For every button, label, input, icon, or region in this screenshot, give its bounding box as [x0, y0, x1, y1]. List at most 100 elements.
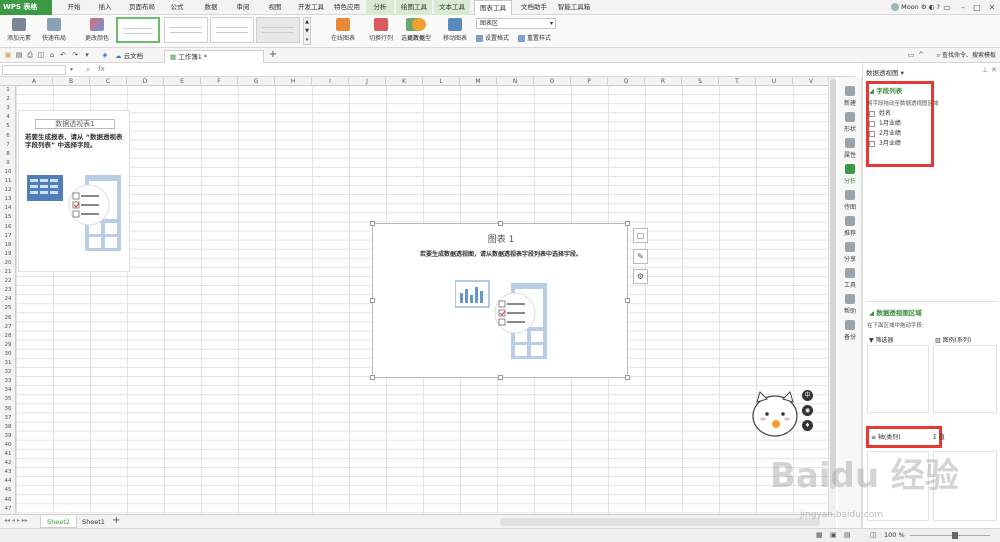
minimize-icon[interactable]: –: [956, 0, 970, 15]
column-header[interactable]: C: [90, 77, 127, 86]
sheet-tab-sheet2[interactable]: Sheet2: [40, 516, 77, 528]
row-header[interactable]: 6: [0, 132, 16, 141]
tab-workbook[interactable]: ▦ 工作簿1 *: [164, 50, 264, 63]
resize-handle-se[interactable]: [625, 375, 630, 380]
pin-icon[interactable]: ⊥: [982, 66, 988, 74]
row-header[interactable]: 14: [0, 204, 16, 213]
sidebar-new[interactable]: 新建: [838, 83, 862, 109]
row-header[interactable]: 8: [0, 150, 16, 159]
chart-style-4[interactable]: [256, 17, 300, 43]
row-header[interactable]: 38: [0, 423, 16, 432]
reset-style-button[interactable]: 重置样式: [518, 33, 551, 44]
row-header[interactable]: 29: [0, 341, 16, 350]
change-type-button[interactable]: 更改类型: [404, 17, 434, 45]
row-header[interactable]: 42: [0, 459, 16, 468]
column-header[interactable]: G: [238, 77, 275, 86]
redo-icon[interactable]: ↷: [70, 50, 80, 60]
sidebar-tools[interactable]: 工具: [838, 265, 862, 291]
zoom-slider-thumb[interactable]: [952, 532, 958, 539]
column-header[interactable]: D: [127, 77, 164, 86]
view-page-icon[interactable]: ▣: [830, 531, 837, 539]
row-header[interactable]: 3: [0, 104, 16, 113]
checkbox[interactable]: [869, 130, 875, 137]
row-header[interactable]: 31: [0, 359, 16, 368]
checkbox[interactable]: [869, 120, 875, 127]
row-header[interactable]: 28: [0, 332, 16, 341]
column-header[interactable]: J: [349, 77, 386, 86]
move-chart-button[interactable]: 移动图表: [440, 17, 470, 45]
row-header[interactable]: 20: [0, 259, 16, 268]
row-header[interactable]: 32: [0, 368, 16, 377]
sidebar-shape[interactable]: 形状: [838, 109, 862, 135]
vertical-scroll-thumb[interactable]: [830, 79, 836, 489]
collapse-ribbon-icon[interactable]: ^: [916, 50, 926, 60]
menu-features[interactable]: 特色应用: [330, 0, 364, 15]
menu-text-tools[interactable]: 文本工具: [434, 0, 470, 15]
row-header[interactable]: 37: [0, 414, 16, 423]
mascot-menu-cn-icon[interactable]: 中: [802, 390, 813, 401]
sidebar-backup[interactable]: 备份: [838, 317, 862, 343]
name-box-dropdown-icon[interactable]: ▾: [70, 65, 73, 75]
row-header[interactable]: 23: [0, 286, 16, 295]
row-header[interactable]: 12: [0, 186, 16, 195]
row-header[interactable]: 36: [0, 405, 16, 414]
row-header[interactable]: 1: [0, 86, 16, 95]
column-header[interactable]: H: [275, 77, 312, 86]
menu-developer[interactable]: 开发工具: [294, 0, 328, 15]
column-header[interactable]: A: [16, 77, 53, 86]
row-header[interactable]: 43: [0, 468, 16, 477]
menu-smart-toolbox[interactable]: 智能工具箱: [554, 0, 594, 15]
zone-filter[interactable]: [867, 345, 929, 413]
resize-handle-s[interactable]: [498, 375, 503, 380]
menu-start[interactable]: 开始: [60, 0, 88, 15]
row-header[interactable]: 2: [0, 95, 16, 104]
row-header[interactable]: 5: [0, 122, 16, 131]
row-header[interactable]: 40: [0, 441, 16, 450]
new-tab-icon[interactable]: +: [268, 50, 278, 60]
column-header[interactable]: U: [756, 77, 793, 86]
fx-icon[interactable]: fx: [98, 64, 105, 75]
chart-style-3[interactable]: [210, 17, 254, 43]
user-account[interactable]: Moon ⚙ ◐ ?: [891, 1, 940, 14]
row-header[interactable]: 4: [0, 113, 16, 122]
tab-cloud-docs[interactable]: ☁ 云文档: [110, 50, 148, 63]
app-menu-button[interactable]: WPS 表格: [0, 0, 52, 15]
menu-formula[interactable]: 公式: [164, 0, 190, 15]
checkbox[interactable]: [869, 110, 875, 117]
row-header[interactable]: 21: [0, 268, 16, 277]
column-header[interactable]: F: [201, 77, 238, 86]
home-icon[interactable]: ◈: [100, 50, 110, 60]
skin-icon[interactable]: ◐: [929, 3, 935, 11]
checkbox[interactable]: [869, 140, 875, 147]
pivot-table-placeholder[interactable]: 数据透视表1 若要生成报表，请从 “数据透视表字段列表” 中选择字段。: [18, 110, 130, 272]
column-header[interactable]: N: [497, 77, 534, 86]
field-item[interactable]: 2月业绩: [869, 129, 993, 139]
chart-elements-icon[interactable]: ▢: [633, 228, 648, 243]
horizontal-scrollbar[interactable]: [500, 518, 820, 526]
menu-insert[interactable]: 插入: [92, 0, 118, 15]
row-header[interactable]: 7: [0, 141, 16, 150]
row-header[interactable]: 33: [0, 377, 16, 386]
restore-icon[interactable]: ▭: [940, 0, 954, 15]
field-item[interactable]: 姓名: [869, 109, 993, 119]
menu-review[interactable]: 审阅: [230, 0, 256, 15]
sidebar-share[interactable]: 分享: [838, 239, 862, 265]
format-painter-icon[interactable]: ⌂: [47, 50, 57, 60]
row-header[interactable]: 30: [0, 350, 16, 359]
chart-filter-gear-icon[interactable]: ⚙: [633, 269, 648, 284]
column-header[interactable]: P: [571, 77, 608, 86]
zoom-level[interactable]: 100 %: [884, 531, 905, 539]
sidebar-upload-image[interactable]: 传图: [838, 187, 862, 213]
column-header[interactable]: O: [534, 77, 571, 86]
quick-layout-button[interactable]: 快速布局: [38, 17, 70, 45]
set-format-button[interactable]: 设置格式: [476, 33, 509, 44]
sidebar-properties[interactable]: 属性: [838, 135, 862, 161]
row-header[interactable]: 17: [0, 232, 16, 241]
resize-handle-nw[interactable]: [370, 221, 375, 226]
row-header[interactable]: 19: [0, 250, 16, 259]
column-header[interactable]: E: [164, 77, 201, 86]
undo-icon[interactable]: ↶: [58, 50, 68, 60]
menu-data[interactable]: 数据: [198, 0, 224, 15]
add-element-button[interactable]: 添加元素: [4, 17, 34, 45]
name-box[interactable]: [2, 65, 66, 75]
